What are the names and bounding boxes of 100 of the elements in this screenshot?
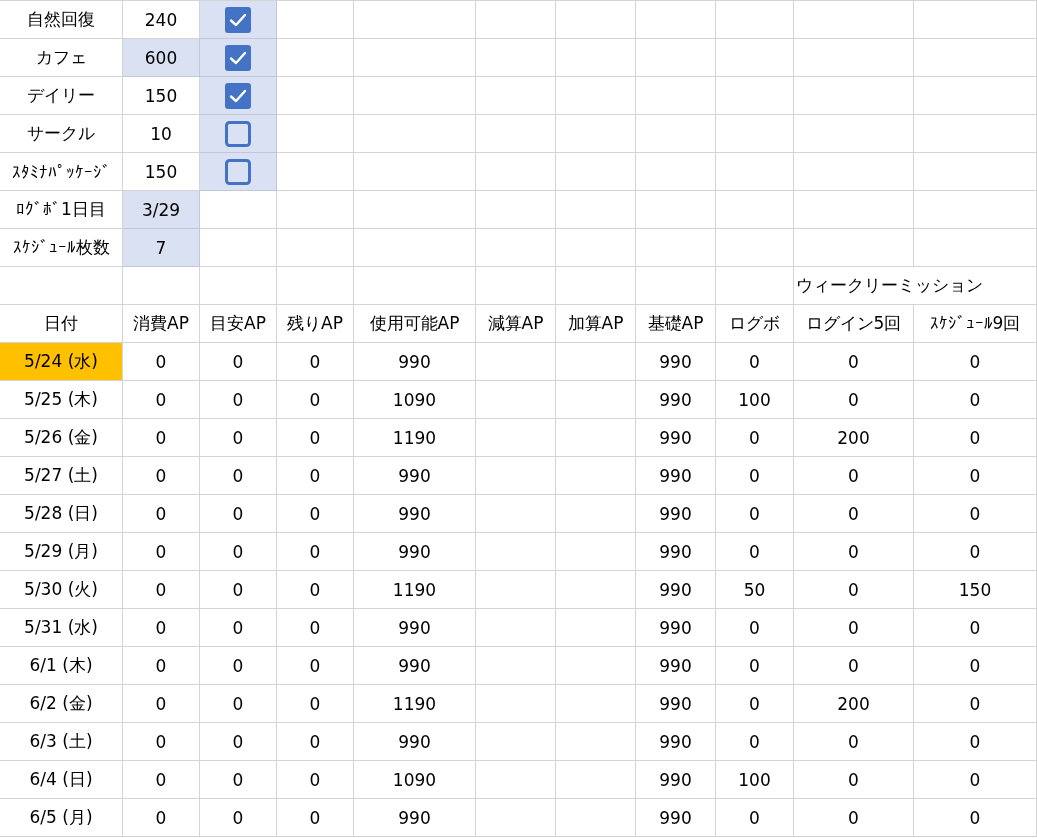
table-cell: 0 — [716, 533, 794, 571]
table-cell: 0 — [794, 495, 914, 533]
table-cell: 200 — [794, 685, 914, 723]
table-cell: 0 — [716, 799, 794, 837]
table-cell: 0 — [716, 495, 794, 533]
table-cell: 1090 — [354, 761, 476, 799]
date-cell[interactable]: 5/29 (月) — [0, 533, 123, 571]
table-cell: 0 — [277, 685, 354, 723]
table-cell: 0 — [200, 533, 277, 571]
date-cell[interactable]: 5/27 (土) — [0, 457, 123, 495]
unchecked-checkbox[interactable] — [225, 158, 251, 185]
table-cell: 0 — [200, 343, 277, 381]
table-cell: 990 — [636, 761, 716, 799]
table-cell: 990 — [354, 495, 476, 533]
column-header: 使用可能AP — [354, 305, 476, 343]
table-cell: 990 — [636, 533, 716, 571]
table-cell: 0 — [123, 419, 200, 457]
table-cell: 0 — [794, 799, 914, 837]
table-cell: 3/29 — [123, 191, 200, 229]
table-cell: 0 — [200, 647, 277, 685]
table-cell: 100 — [716, 761, 794, 799]
table-cell: 0 — [794, 533, 914, 571]
date-cell[interactable]: 6/3 (土) — [0, 723, 123, 761]
date-cell[interactable]: 5/25 (木) — [0, 381, 123, 419]
table-cell: 0 — [914, 343, 1037, 381]
date-cell[interactable]: 6/2 (金) — [0, 685, 123, 723]
table-cell: ｽﾀﾐﾅﾊﾟｯｹｰｼﾞ — [0, 153, 123, 191]
table-cell: 0 — [123, 685, 200, 723]
date-cell[interactable]: 6/4 (日) — [0, 761, 123, 799]
table-cell: 0 — [716, 609, 794, 647]
table-cell: 0 — [716, 419, 794, 457]
table-cell: 200 — [794, 419, 914, 457]
date-cell[interactable]: 5/31 (水) — [0, 609, 123, 647]
table-cell: 990 — [354, 533, 476, 571]
table-cell: 0 — [914, 799, 1037, 837]
table-cell: 0 — [277, 343, 354, 381]
table-cell: 0 — [277, 609, 354, 647]
table-cell: 0 — [200, 685, 277, 723]
table-cell: 990 — [636, 457, 716, 495]
date-cell[interactable]: 6/1 (木) — [0, 647, 123, 685]
table-cell: 0 — [123, 647, 200, 685]
table-cell: サークル — [0, 115, 123, 153]
table-cell: 990 — [636, 495, 716, 533]
table-cell: 0 — [914, 533, 1037, 571]
table-cell: 0 — [794, 343, 914, 381]
column-header: 加算AP — [556, 305, 636, 343]
table-cell: 0 — [794, 609, 914, 647]
checked-checkbox[interactable] — [225, 44, 251, 71]
table-cell: 0 — [200, 609, 277, 647]
column-header: 消費AP — [123, 305, 200, 343]
table-cell: デイリー — [0, 77, 123, 115]
table-cell: 990 — [354, 799, 476, 837]
table-cell: 990 — [636, 799, 716, 837]
table-cell: 0 — [123, 533, 200, 571]
date-cell[interactable]: 5/26 (金) — [0, 419, 123, 457]
table-cell: 0 — [123, 571, 200, 609]
table-cell: 0 — [277, 381, 354, 419]
table-cell: 0 — [200, 495, 277, 533]
column-header: 目安AP — [200, 305, 277, 343]
checked-checkbox[interactable] — [225, 6, 251, 33]
table-cell: 1190 — [354, 685, 476, 723]
table-cell: 0 — [123, 495, 200, 533]
table-cell: 0 — [716, 647, 794, 685]
table-cell: 100 — [716, 381, 794, 419]
table-cell: 1090 — [354, 381, 476, 419]
table-cell: 990 — [636, 419, 716, 457]
table-cell: 0 — [794, 647, 914, 685]
date-cell[interactable]: 5/30 (火) — [0, 571, 123, 609]
table-cell: 990 — [636, 571, 716, 609]
table-cell: 0 — [914, 457, 1037, 495]
table-cell: 0 — [200, 761, 277, 799]
table-cell: 0 — [914, 381, 1037, 419]
unchecked-checkbox[interactable] — [225, 120, 251, 147]
table-cell: 0 — [200, 381, 277, 419]
table-cell: 990 — [636, 647, 716, 685]
table-cell: 0 — [794, 457, 914, 495]
table-cell: 990 — [636, 381, 716, 419]
table-cell: 0 — [794, 761, 914, 799]
date-cell[interactable]: 6/5 (月) — [0, 799, 123, 837]
table-cell: 0 — [200, 799, 277, 837]
checked-checkbox[interactable] — [225, 82, 251, 109]
table-cell: 0 — [123, 799, 200, 837]
table-cell: 0 — [277, 457, 354, 495]
section-label: ウィークリーミッション — [794, 267, 1037, 305]
table-cell: 50 — [716, 571, 794, 609]
table-cell: 0 — [277, 495, 354, 533]
table-cell: 0 — [277, 533, 354, 571]
table-cell: 0 — [277, 799, 354, 837]
table-cell: 0 — [914, 685, 1037, 723]
date-cell[interactable]: 5/24 (水) — [0, 343, 123, 381]
table-cell: 0 — [277, 723, 354, 761]
table-cell: 990 — [354, 723, 476, 761]
table-cell: 990 — [636, 685, 716, 723]
table-cell: 990 — [354, 457, 476, 495]
table-cell: 0 — [794, 571, 914, 609]
table-cell: 0 — [123, 343, 200, 381]
date-cell[interactable]: 5/28 (日) — [0, 495, 123, 533]
table-cell: 0 — [914, 723, 1037, 761]
column-header: 基礎AP — [636, 305, 716, 343]
table-cell: 990 — [636, 609, 716, 647]
